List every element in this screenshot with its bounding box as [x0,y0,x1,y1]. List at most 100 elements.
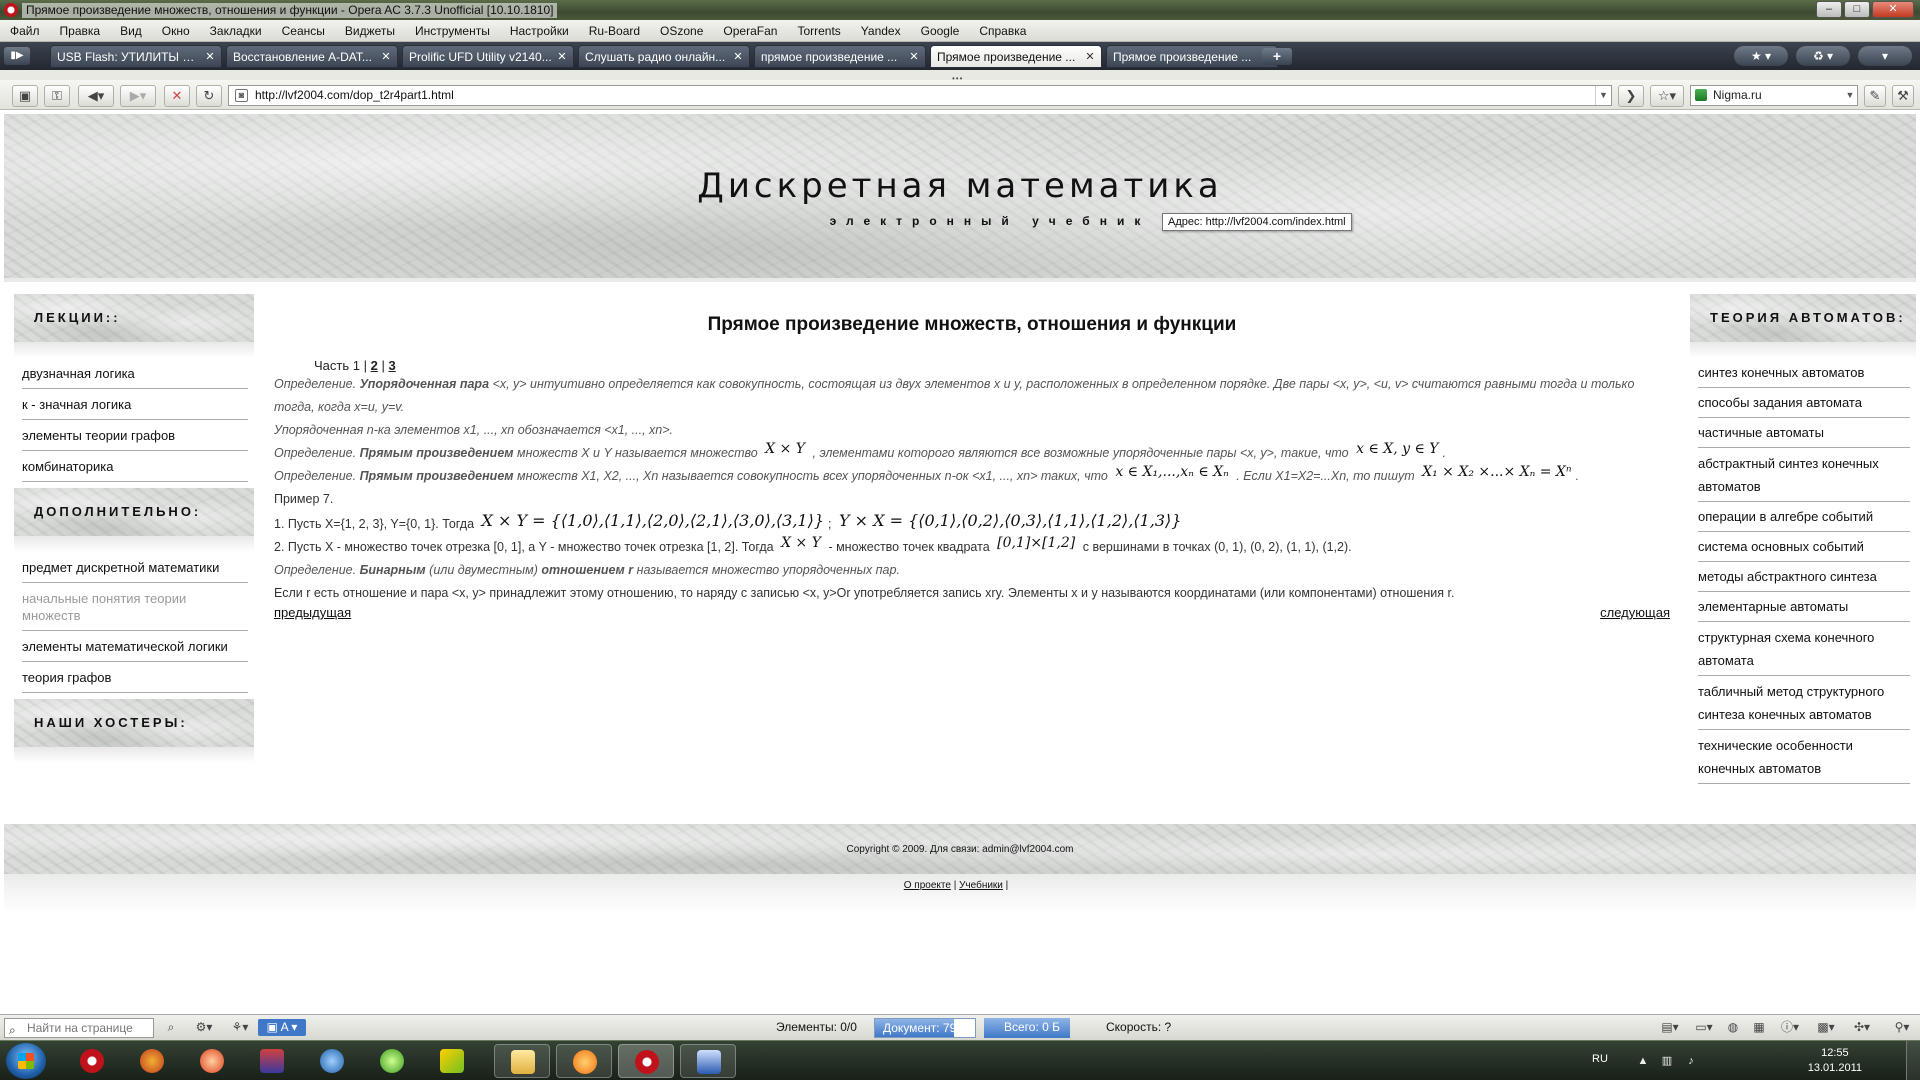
sidebar-item-two-valued-logic[interactable]: двузначная логика [22,358,248,389]
clock[interactable]: 12:55 13.01.2011 [1808,1046,1862,1076]
sidebar-item-technical-features[interactable]: технические особенности конечных автомат… [1698,730,1910,784]
zoom-icon[interactable]: ⚲▾ [1888,1019,1916,1036]
panel-toggle-icon[interactable]: ▮▶ [4,47,30,65]
menu-operafan[interactable]: OperaFan [713,20,787,42]
aimp-taskbar-app[interactable] [184,1044,240,1078]
tab-a-data[interactable]: Восстановление A-DAT... ✕ [226,45,398,68]
tab-prolific[interactable]: Prolific UFD Utility v2140... ✕ [402,45,574,68]
address-field[interactable]: ◙ http://lvf2004.com/dop_t2r4part1.html … [228,85,1612,106]
previous-link[interactable]: предыдущая [274,605,351,620]
panel-icon[interactable]: ▦ [1750,1019,1768,1036]
part-2-link[interactable]: 2 [371,358,378,373]
tab-usb-flash[interactable]: USB Flash: УТИЛИТЫ дл... ✕ [50,45,222,68]
language-indicator[interactable]: RU [1592,1053,1608,1065]
image-icon[interactable]: ▩▾ [1812,1019,1840,1036]
about-link[interactable]: О проекте [904,880,951,891]
chevron-down-icon[interactable]: ▼ [1843,86,1857,105]
stop-button[interactable]: ✕ [164,85,190,107]
chevron-down-icon[interactable]: ▾ [1858,46,1912,66]
sidebar-item-abstract-synthesis[interactable]: абстрактный синтез конечных автоматов [1698,448,1910,502]
search-engine-field[interactable]: Nigma.ru ▼ [1690,85,1858,106]
sidebar-item-basic-events[interactable]: система основных событий [1698,532,1910,562]
reload-button[interactable]: ↻ [196,85,222,107]
info-icon[interactable]: ⓘ▾ [1776,1019,1804,1036]
tab-radio[interactable]: Слушать радио онлайн... ✕ [578,45,750,68]
view-mode-icon[interactable]: ▣ A ▾ [258,1019,306,1036]
chevron-down-icon[interactable]: ▼ [1595,86,1611,105]
minimize-button[interactable]: – [1816,1,1842,18]
find-in-page-input[interactable]: ⌕ Найти на странице [4,1018,154,1038]
close-icon[interactable]: ✕ [556,51,568,63]
bookmark-star-icon[interactable]: ☆▾ [1650,85,1684,107]
settings-icon[interactable]: ⚙▾ [190,1019,218,1036]
save-icon[interactable]: ▣ [12,85,38,107]
menu-widgets[interactable]: Виджеты [335,20,405,42]
disk-taskbar-app[interactable] [244,1044,300,1078]
menu-view[interactable]: Вид [110,20,152,42]
tab-direct-product-3[interactable]: Прямое произведение ...✕ [1106,45,1278,68]
mail-taskbar-app[interactable] [556,1044,612,1078]
sidebar-item-automata-synthesis[interactable]: синтез конечных автоматов [1698,358,1910,388]
tab-direct-product-1[interactable]: прямое произведение ... ✕ [754,45,926,68]
maximize-button[interactable]: □ [1844,1,1870,18]
sidebar-item-structural-scheme[interactable]: структурная схема конечного автомата [1698,622,1910,676]
menu-tools[interactable]: Инструменты [405,20,500,42]
menu-edit[interactable]: Правка [50,20,111,42]
globe-icon[interactable]: ◍ [1724,1019,1742,1036]
opera-taskbar-app[interactable] [64,1044,120,1078]
explorer-taskbar-app[interactable] [494,1044,550,1078]
sidebar-item-automaton-specification[interactable]: способы задания автомата [1698,388,1910,418]
show-desktop-button[interactable] [1906,1041,1920,1080]
menu-ru-board[interactable]: Ru-Board [579,20,650,42]
sidebar-item-elementary-automata[interactable]: элементарные автоматы [1698,592,1910,622]
layout-icon[interactable]: ▤▾ [1656,1019,1684,1036]
pencil-icon[interactable]: ✎ [1864,85,1886,107]
page-viewport[interactable]: Дискретная математика электронный учебни… [0,110,1920,1014]
ccleaner-taskbar-app[interactable] [124,1044,180,1078]
puzzle-icon[interactable]: ✣▾ [1848,1019,1876,1036]
sidebar-item-table-method[interactable]: табличный метод структурного синтеза кон… [1698,676,1910,730]
part-3-link[interactable]: 3 [388,358,395,373]
menu-settings[interactable]: Настройки [500,20,579,42]
menu-sessions[interactable]: Сеансы [272,20,335,42]
close-window-button[interactable]: ✕ [1872,1,1914,18]
menu-bookmarks[interactable]: Закладки [200,20,272,42]
sidebar-item-combinatorics[interactable]: комбинаторика [22,451,248,482]
opera-active-taskbar-app[interactable] [618,1044,674,1078]
close-icon[interactable]: ✕ [380,51,392,63]
close-icon[interactable]: ✕ [908,51,920,63]
utorrent-taskbar-app[interactable] [364,1044,420,1078]
menu-window[interactable]: Окно [152,20,200,42]
sidebar-item-graph-theory-elements[interactable]: элементы теории графов [22,420,248,451]
sidebar-item-subject[interactable]: предмет дискретной математики [22,552,248,583]
start-button[interactable] [6,1043,46,1079]
menu-torrents[interactable]: Torrents [787,20,850,42]
next-link[interactable]: следующая [1600,605,1670,620]
share-icon[interactable]: ⚘▾ [226,1019,254,1036]
menu-file[interactable]: Файл [0,20,50,42]
site-title[interactable]: Дискретная математика [4,166,1916,206]
menu-yandex[interactable]: Yandex [851,20,911,42]
sidebar-item-math-logic[interactable]: элементы математической логики [22,631,248,662]
security-key-icon[interactable]: ⚿ [44,85,70,107]
butterfly-taskbar-app[interactable] [424,1044,480,1078]
close-icon[interactable]: ✕ [732,51,744,63]
sidebar-item-abstract-synthesis-methods[interactable]: методы абстрактного синтеза [1698,562,1910,592]
search-icon[interactable]: ⌕ [162,1019,180,1036]
bookmark-star-icon[interactable]: ★ ▾ [1734,46,1788,66]
wand-icon[interactable]: ⚒ [1892,85,1914,107]
forward-button[interactable]: ▶▾ [120,85,156,107]
volume-icon[interactable]: ♪ [1684,1054,1698,1068]
sidebar-item-k-valued-logic[interactable]: к - значная логика [22,389,248,420]
sidebar-item-partial-automata[interactable]: частичные автоматы [1698,418,1910,448]
network-icon[interactable]: ▥ [1660,1054,1674,1068]
page-icon[interactable]: ▭▾ [1690,1019,1718,1036]
flashget-taskbar-app[interactable] [304,1044,360,1078]
new-tab-button[interactable]: + [1262,48,1292,65]
go-button[interactable]: ❯ [1618,85,1644,107]
menu-help[interactable]: Справка [969,20,1036,42]
textbooks-link[interactable]: Учебники [959,880,1003,891]
trash-can-icon[interactable]: ♻ ▾ [1796,46,1850,66]
close-icon[interactable]: ✕ [204,51,216,63]
sidebar-item-event-algebra[interactable]: операции в алгебре событий [1698,502,1910,532]
